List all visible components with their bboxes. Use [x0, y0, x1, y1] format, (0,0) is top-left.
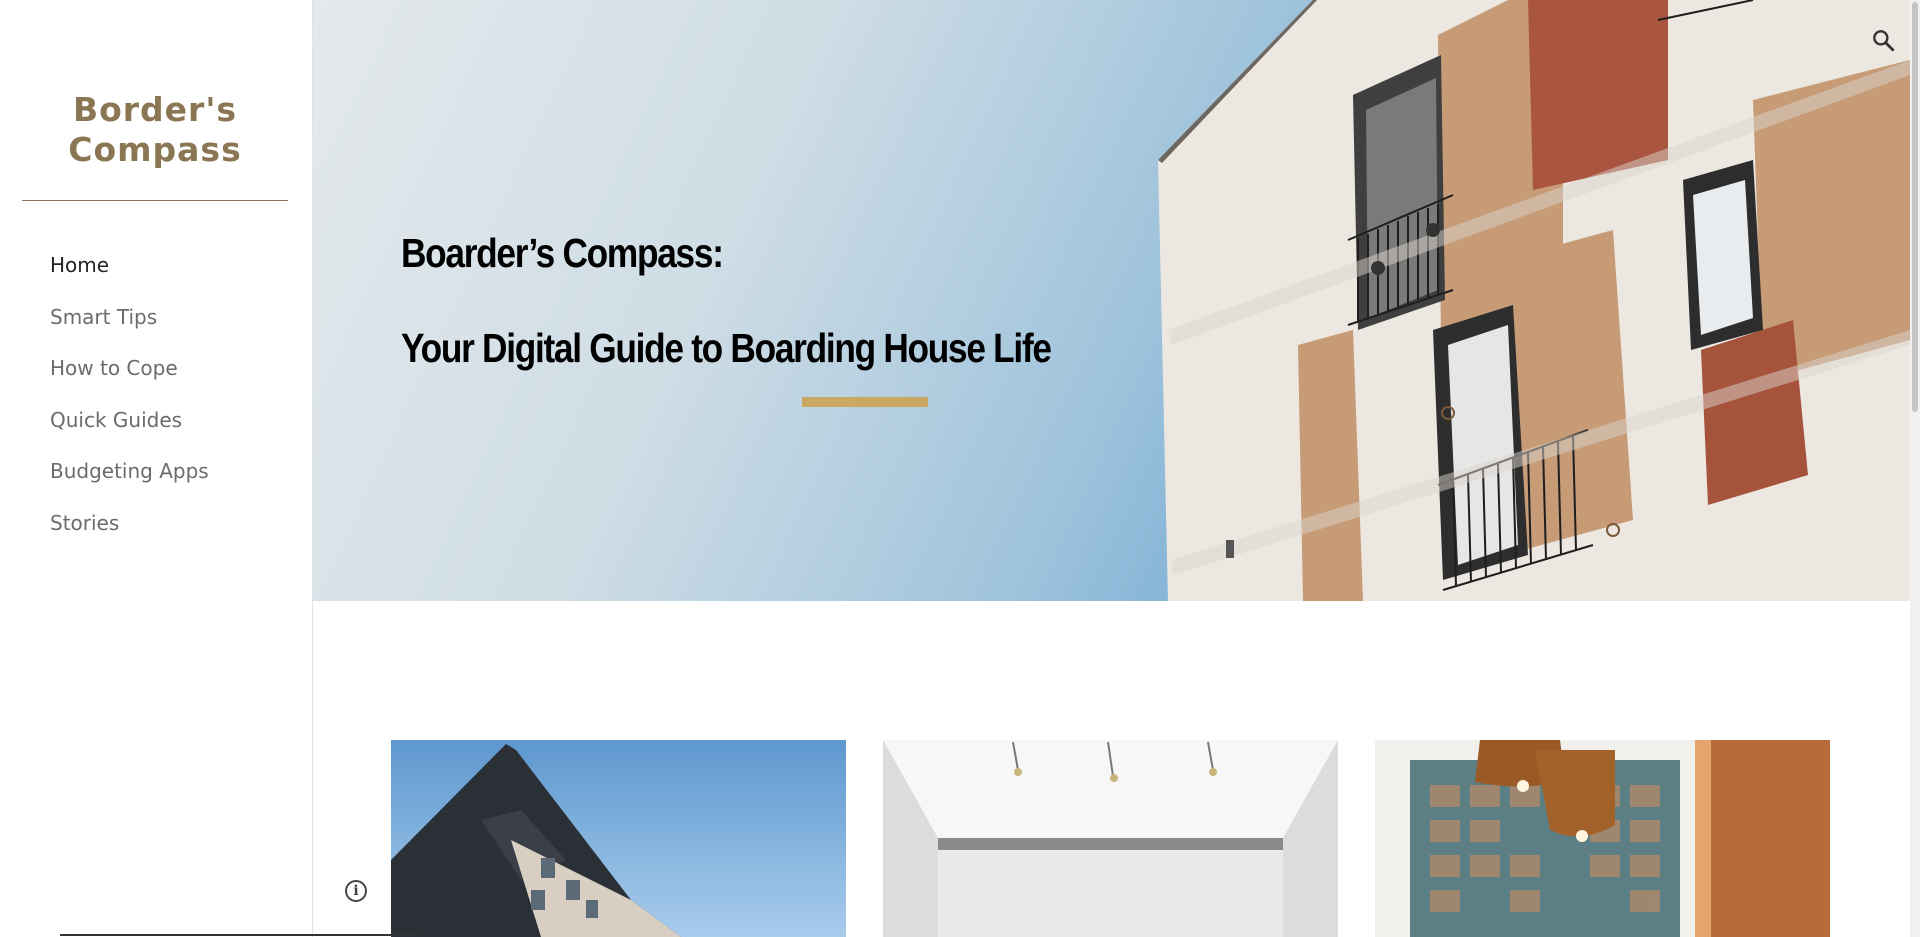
hero-heading: Boarder’s Compass: Your Digital Guide to… [401, 228, 1156, 373]
hero-banner: Boarder’s Compass: Your Digital Guide to… [313, 0, 1910, 601]
apartment-building-image [391, 740, 846, 937]
card-pendant-lamps[interactable] [1375, 740, 1830, 937]
card-apartment-building[interactable] [391, 740, 846, 937]
info-icon: i [353, 883, 359, 899]
site-title[interactable]: Border's Compass [22, 90, 288, 170]
hero-heading-line1: Boarder’s Compass: [401, 230, 724, 276]
nav-item-home[interactable]: Home [50, 247, 209, 299]
search-icon [1873, 30, 1895, 52]
card-white-room[interactable] [883, 740, 1338, 937]
title-divider [22, 200, 288, 201]
site-info-button[interactable]: i [345, 880, 367, 902]
nav-item-stories[interactable]: Stories [50, 505, 209, 557]
search-button[interactable] [1863, 20, 1903, 60]
scrollbar-thumb[interactable] [1912, 2, 1918, 412]
hero-heading-line2: Your Digital Guide to Boarding House Lif… [401, 325, 1052, 371]
sidebar: Border's Compass Home Smart Tips How to … [0, 0, 313, 937]
white-room-interior-image [883, 740, 1338, 937]
site-title-line1: Border's [72, 90, 238, 129]
nav-item-how-to-cope[interactable]: How to Cope [50, 350, 209, 402]
pendant-lamps-image [1375, 740, 1830, 937]
site-title-line2: Compass [68, 130, 242, 169]
hero-accent-bar [802, 397, 928, 407]
nav-item-smart-tips[interactable]: Smart Tips [50, 299, 209, 351]
nav-item-quick-guides[interactable]: Quick Guides [50, 402, 209, 454]
nav-item-budgeting-apps[interactable]: Budgeting Apps [50, 453, 209, 505]
bottom-progress-line [60, 934, 420, 936]
site-navigation: Home Smart Tips How to Cope Quick Guides… [50, 247, 209, 556]
